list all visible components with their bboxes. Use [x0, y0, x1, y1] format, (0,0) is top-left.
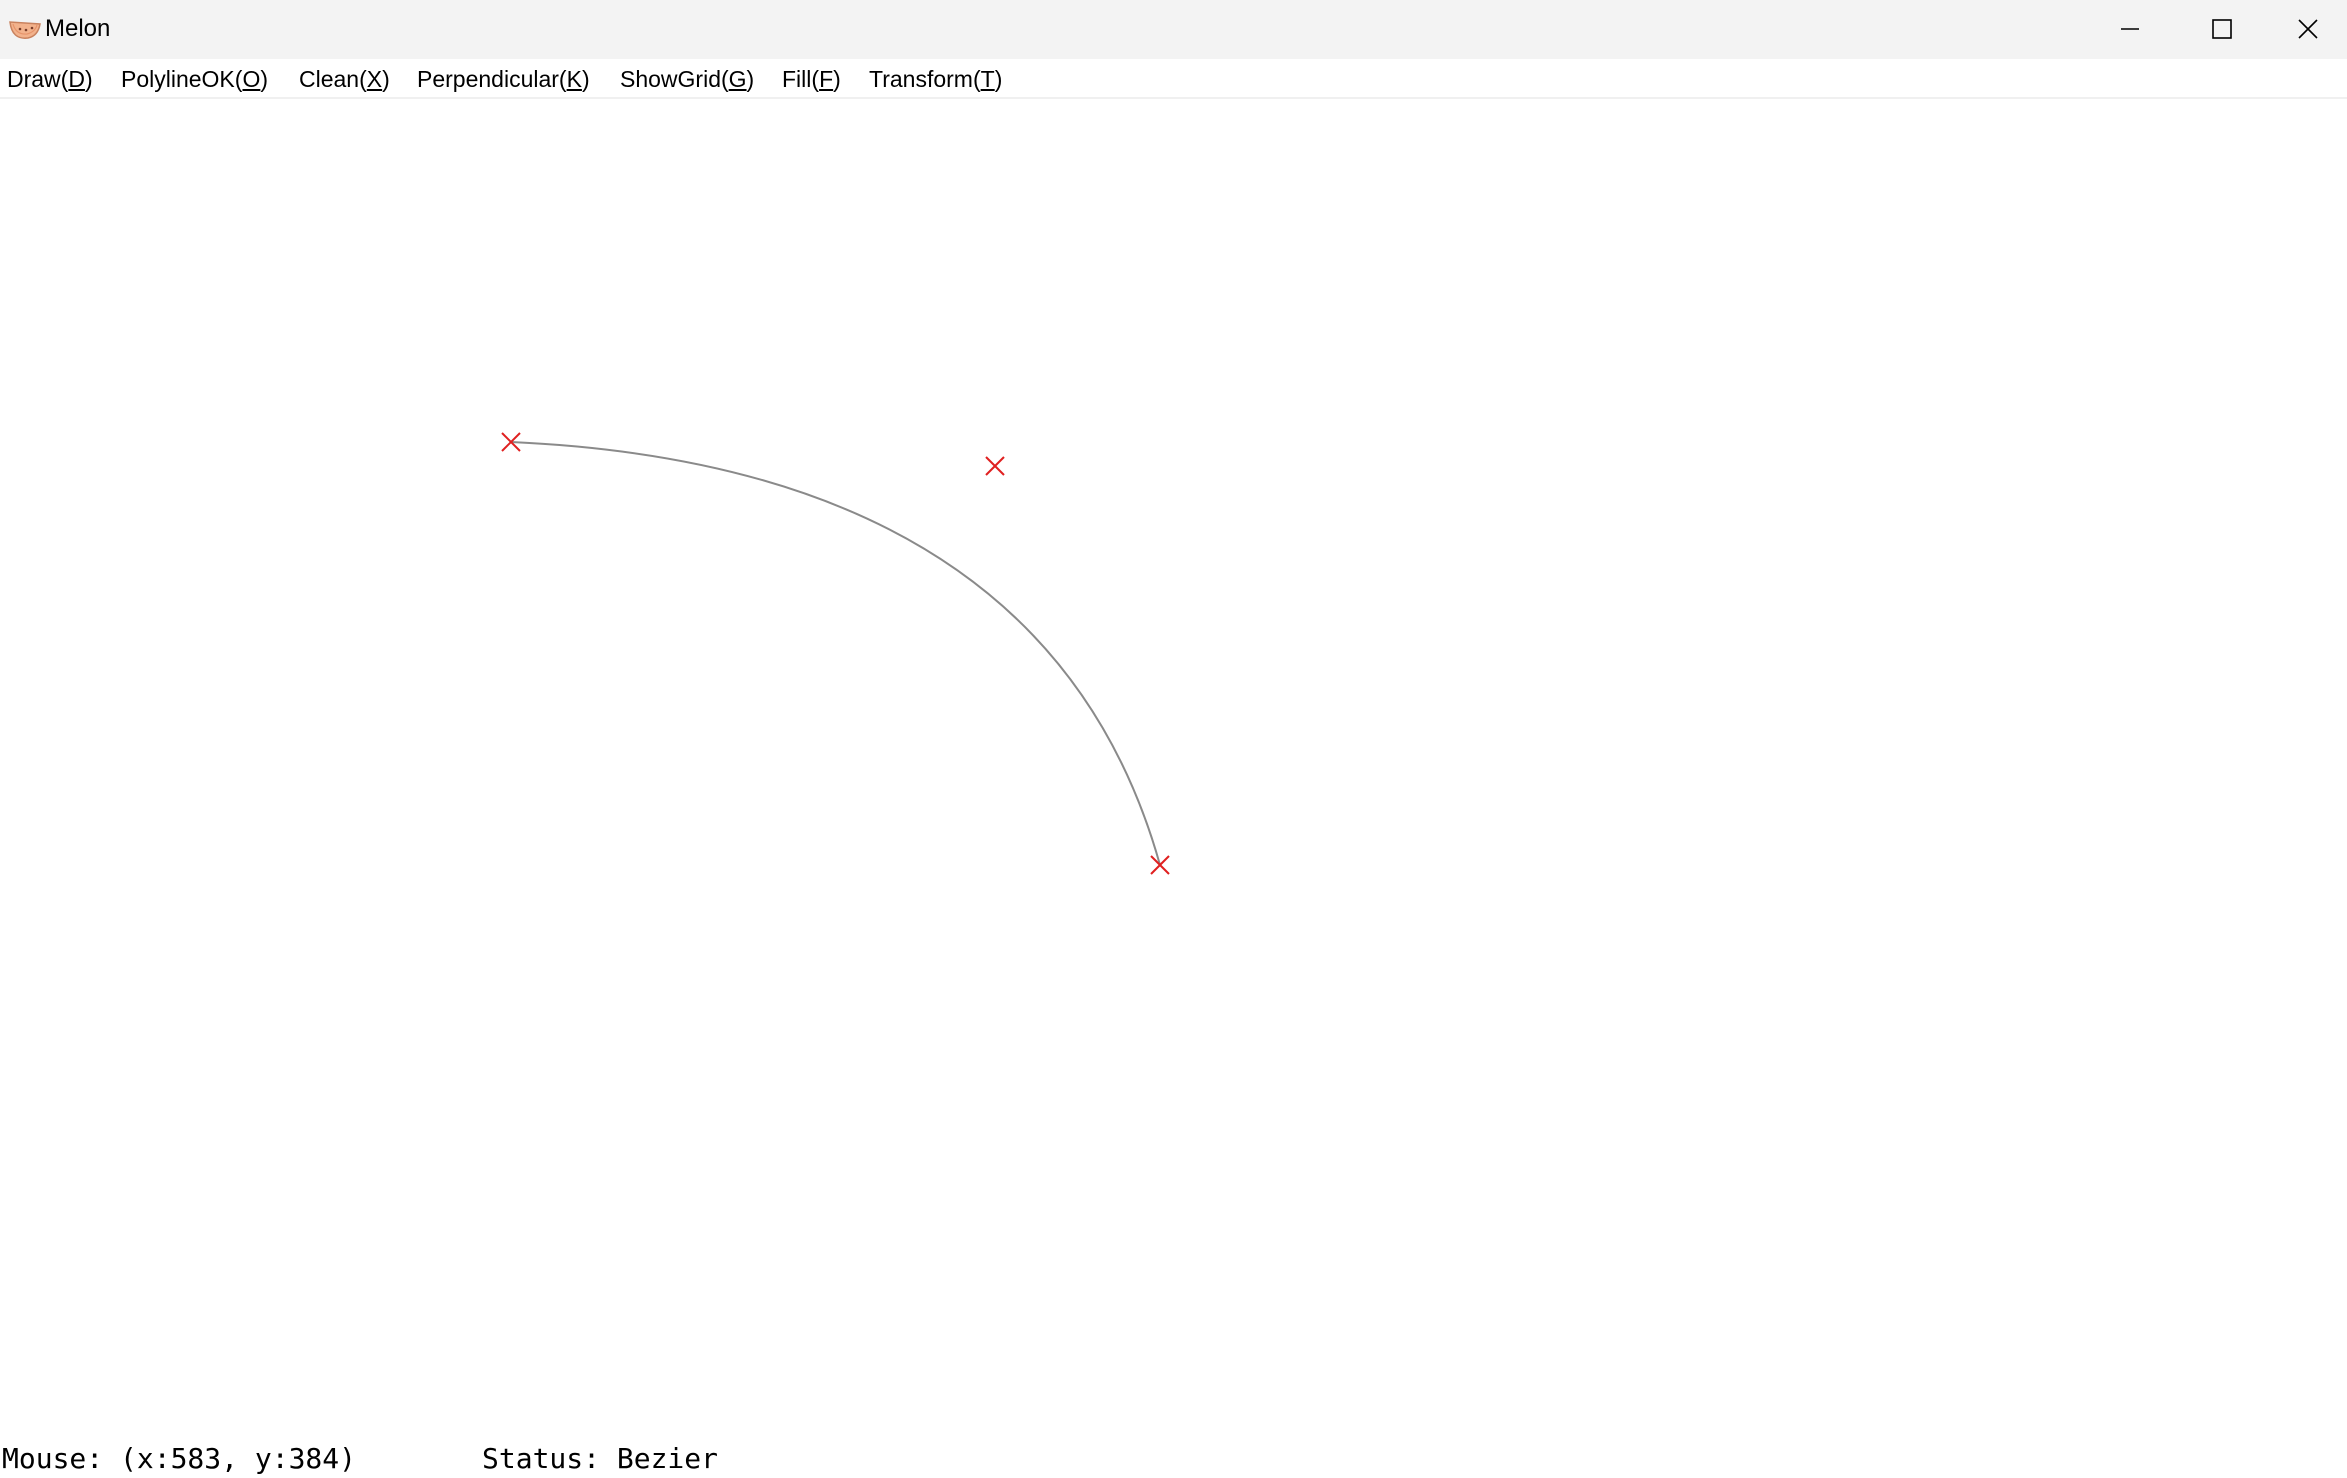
- app-window: Melon Draw(D) PolylineOK(O) Clean(X) Per…: [0, 0, 2347, 1478]
- drawing-canvas[interactable]: [0, 99, 2347, 1429]
- melon-slice-icon: [9, 21, 41, 39]
- menu-fill[interactable]: Fill(F): [782, 65, 841, 93]
- menu-transform[interactable]: Transform(T): [869, 65, 1002, 93]
- x-marker-icon[interactable]: [985, 456, 1005, 476]
- close-icon: [2297, 18, 2318, 39]
- canvas-drawing: [501, 432, 1170, 875]
- menu-perpendicular[interactable]: Perpendicular(K): [417, 65, 590, 93]
- status-mode-readout: Status: Bezier: [482, 1442, 719, 1475]
- title-bar[interactable]: Melon: [0, 0, 2347, 59]
- minimize-button[interactable]: [2084, 0, 2176, 57]
- maximize-button[interactable]: [2176, 0, 2268, 57]
- close-button[interactable]: [2268, 0, 2347, 57]
- minimize-icon: [2121, 27, 2139, 30]
- menu-polylineok[interactable]: PolylineOK(O): [121, 65, 268, 93]
- menu-showgrid[interactable]: ShowGrid(G): [620, 65, 754, 93]
- menu-bar: Draw(D) PolylineOK(O) Clean(X) Perpendic…: [0, 59, 2347, 99]
- bezier-curve: [510, 441, 1161, 866]
- mouse-position-readout: Mouse: (x:583, y:384): [2, 1442, 357, 1475]
- x-marker-icon[interactable]: [1150, 855, 1170, 875]
- menu-clean[interactable]: Clean(X): [299, 65, 390, 93]
- maximize-icon: [2212, 18, 2232, 39]
- menu-draw[interactable]: Draw(D): [7, 65, 93, 93]
- window-title: Melon: [45, 15, 111, 42]
- status-bar: Mouse: (x:583, y:384) Status: Bezier: [0, 1440, 2347, 1478]
